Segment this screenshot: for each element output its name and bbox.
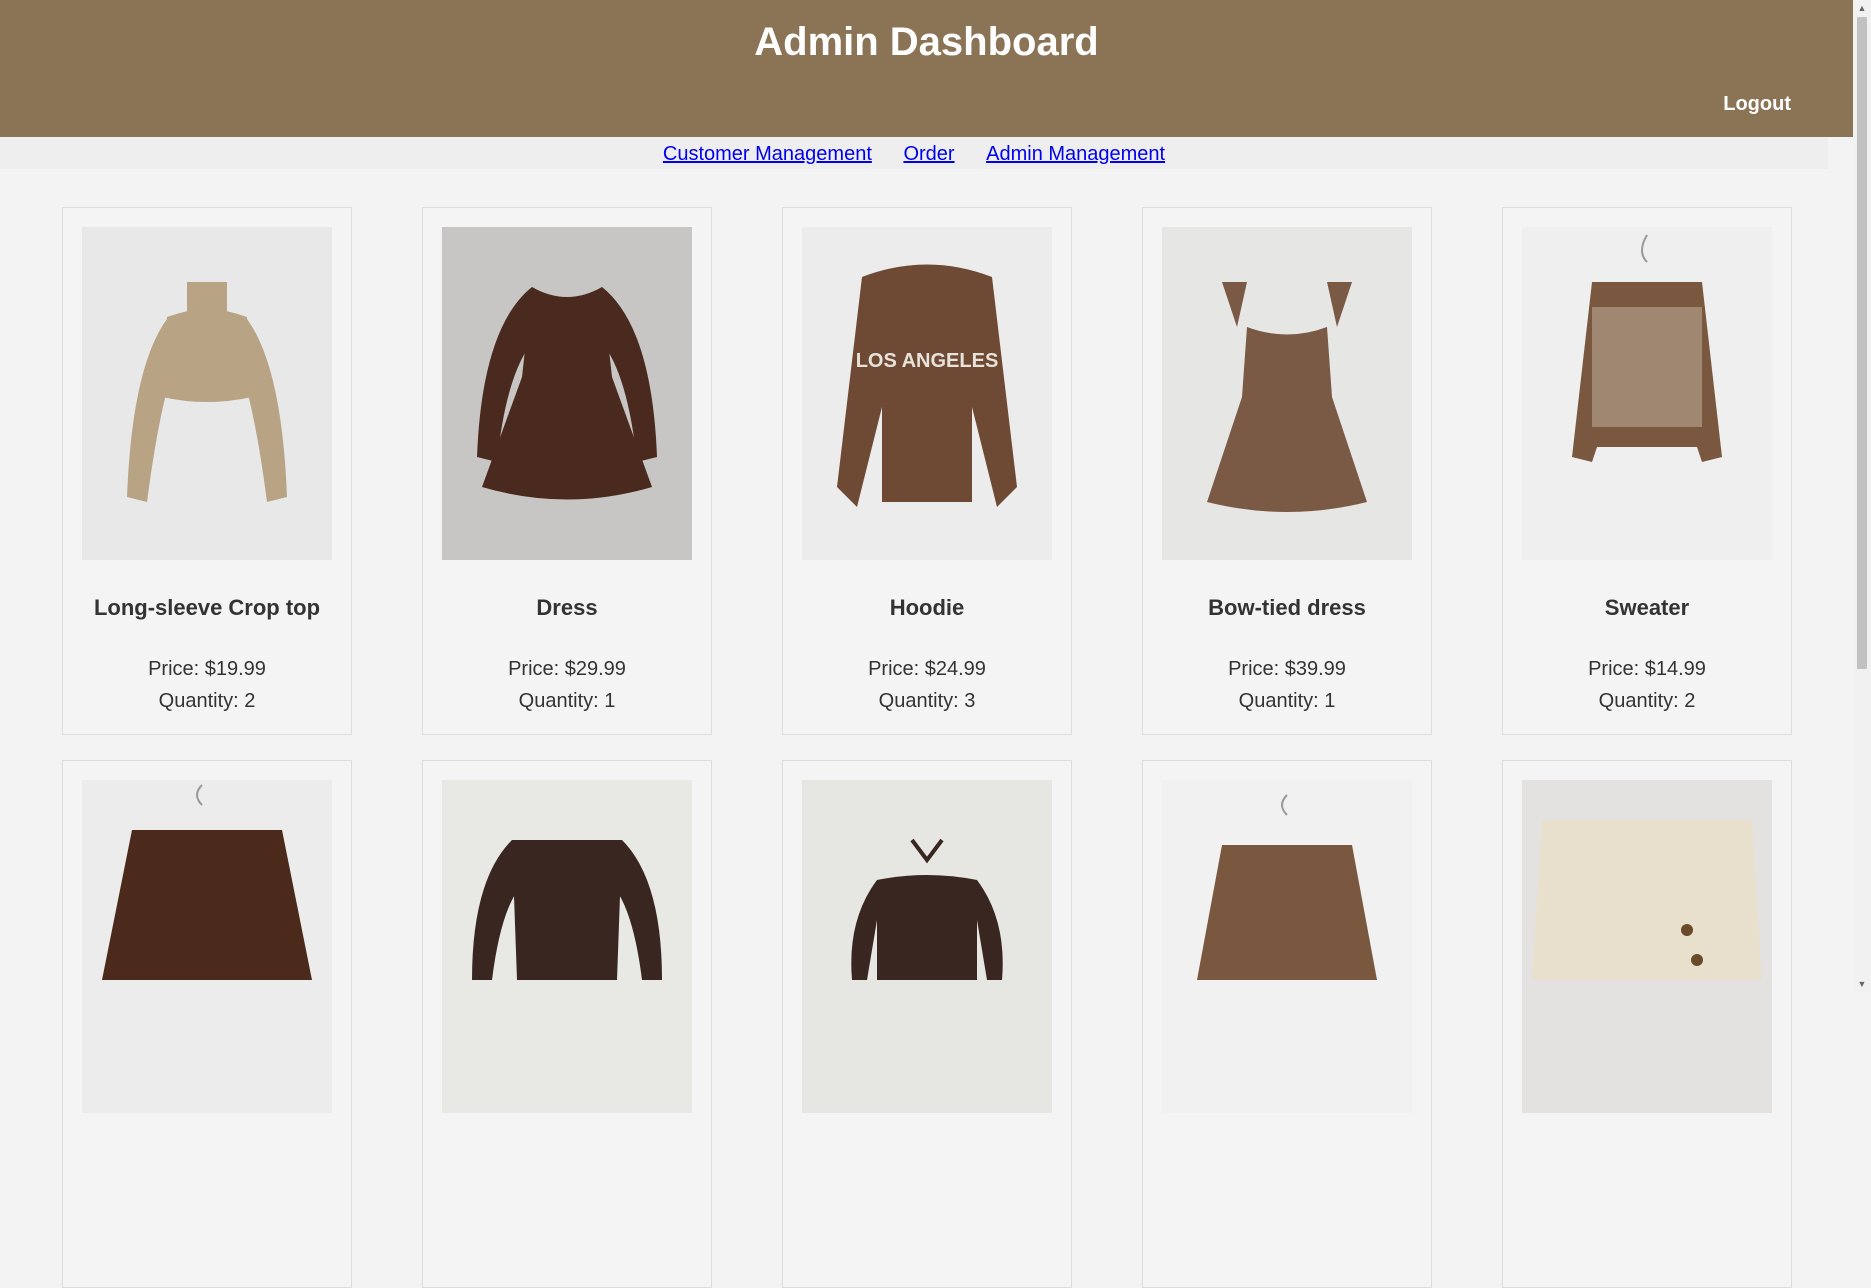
- logout-button[interactable]: Logout: [1723, 93, 1791, 116]
- sweater-image: [1522, 227, 1772, 560]
- scroll-down-arrow-icon[interactable]: ▼: [1853, 976, 1871, 992]
- nav-link-customer-management[interactable]: Customer Management: [663, 143, 872, 166]
- product-name: Long-sleeve Crop top: [93, 595, 321, 620]
- page-title: Admin Dashboard: [754, 20, 1099, 64]
- product-card[interactable]: Sweater Price: $14.99 Quantity: 2: [1502, 207, 1792, 735]
- product-card[interactable]: [1502, 760, 1792, 1288]
- scroll-up-arrow-icon[interactable]: ▲: [1853, 0, 1871, 16]
- header-bar: Admin Dashboard Logout: [0, 0, 1853, 137]
- product-card[interactable]: LOS ANGELES Hoodie Price: $24.99 Quantit…: [782, 207, 1072, 735]
- bow-tied-dress-image: [1162, 227, 1412, 560]
- product-quantity: Quantity: 2: [158, 690, 256, 712]
- svg-text:LOS ANGELES: LOS ANGELES: [856, 350, 999, 372]
- nav-link-order[interactable]: Order: [903, 143, 954, 166]
- product-quantity: Quantity: 3: [878, 690, 976, 712]
- cream-cardigan-image: [1522, 780, 1772, 1113]
- hoodie-image-svg: LOS ANGELES: [802, 227, 1052, 560]
- halter-top-image-svg: [802, 780, 1052, 1113]
- crop-top-image: [82, 227, 332, 560]
- hoodie-image: LOS ANGELES: [802, 227, 1052, 560]
- sweater-image-svg: [1522, 227, 1772, 560]
- bow-tied-dress-image-svg: [1162, 227, 1412, 560]
- nav-link-admin-management[interactable]: Admin Management: [986, 143, 1165, 166]
- product-card[interactable]: [1142, 760, 1432, 1288]
- product-quantity: Quantity: 2: [1598, 690, 1696, 712]
- product-name: Sweater: [1604, 595, 1690, 620]
- product-card[interactable]: Bow-tied dress Price: $39.99 Quantity: 1: [1142, 207, 1432, 735]
- product-price: Price: $29.99: [508, 658, 626, 680]
- product-price: Price: $24.99: [868, 658, 986, 680]
- nav-bar: Customer Management Order Admin Manageme…: [0, 137, 1828, 169]
- product-price: Price: $14.99: [1588, 658, 1706, 680]
- crop-top-image-svg: [82, 227, 332, 560]
- product-card[interactable]: [422, 760, 712, 1288]
- ruched-top-image: [442, 780, 692, 1113]
- cable-knit-cardigan-image: [1162, 780, 1412, 1113]
- dress-image-svg: [442, 227, 692, 560]
- product-price: Price: $39.99: [1228, 658, 1346, 680]
- product-name: Bow-tied dress: [1208, 595, 1366, 620]
- ruched-top-image-svg: [442, 780, 692, 1113]
- scrollbar-thumb[interactable]: [1857, 17, 1867, 669]
- v-neck-sweater-image: [82, 780, 332, 1113]
- product-quantity: Quantity: 1: [518, 690, 616, 712]
- product-card[interactable]: [782, 760, 1072, 1288]
- product-grid: Long-sleeve Crop top Price: $19.99 Quant…: [62, 207, 1794, 1288]
- halter-top-image: [802, 780, 1052, 1113]
- product-card[interactable]: Long-sleeve Crop top Price: $19.99 Quant…: [62, 207, 352, 735]
- product-quantity: Quantity: 1: [1238, 690, 1336, 712]
- cream-cardigan-image-svg: [1522, 780, 1772, 1113]
- product-card[interactable]: [62, 760, 352, 1288]
- vertical-scrollbar[interactable]: ▲ ▼: [1853, 0, 1871, 992]
- product-name: Hoodie: [889, 595, 965, 620]
- product-card[interactable]: Dress Price: $29.99 Quantity: 1: [422, 207, 712, 735]
- product-price: Price: $19.99: [148, 658, 266, 680]
- v-neck-sweater-image-svg: [82, 780, 332, 1113]
- cable-knit-cardigan-image-svg: [1162, 780, 1412, 1113]
- product-name: Dress: [536, 595, 598, 620]
- dress-image: [442, 227, 692, 560]
